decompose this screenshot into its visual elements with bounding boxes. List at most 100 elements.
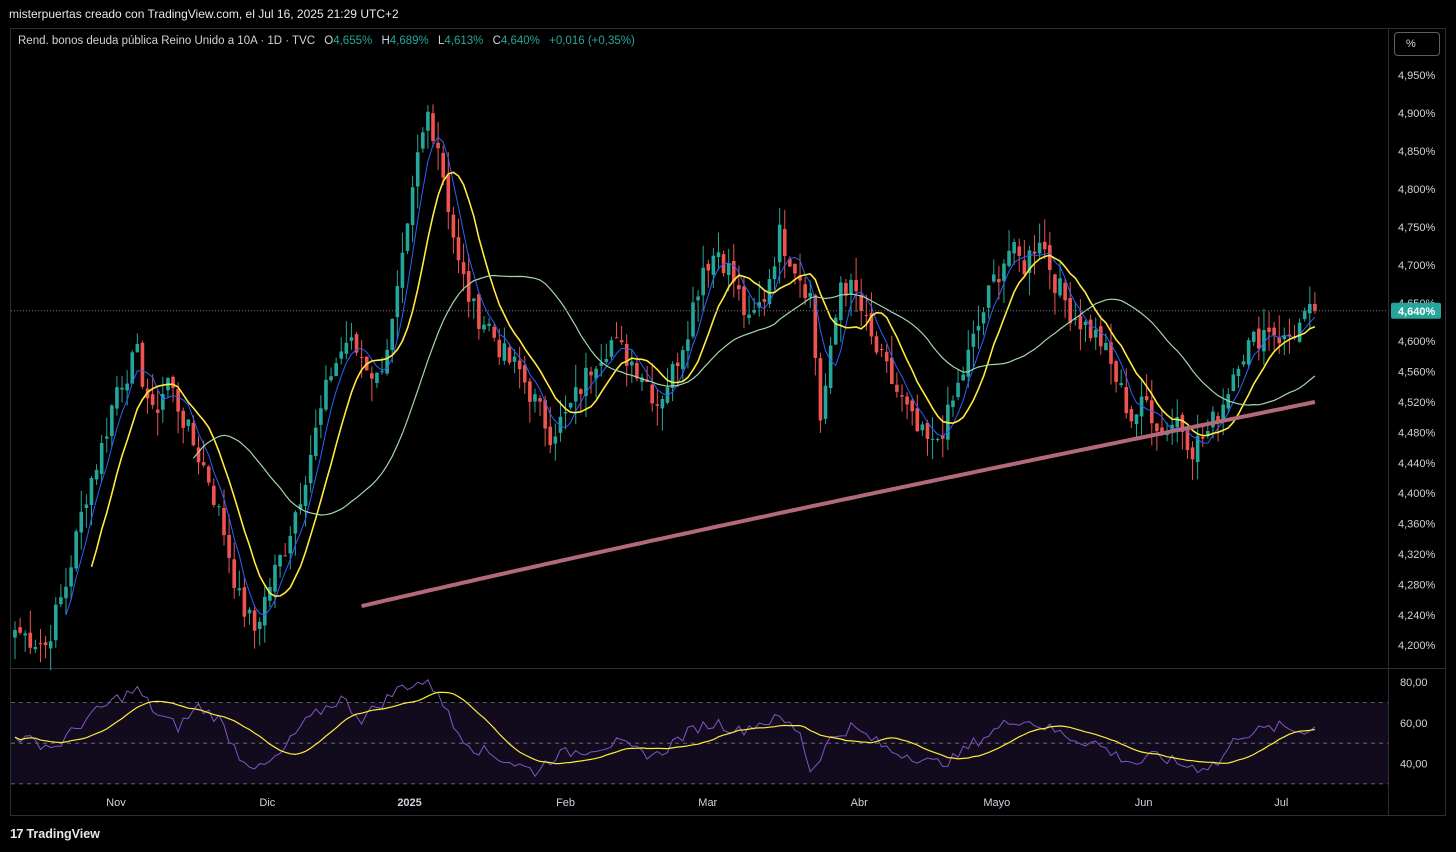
candle-body bbox=[1246, 340, 1251, 365]
candle-body bbox=[288, 536, 293, 554]
candle-body bbox=[905, 396, 909, 405]
open-value: 4,655% bbox=[333, 35, 373, 47]
candle-body bbox=[329, 376, 333, 381]
high-label: H bbox=[381, 35, 390, 47]
candle-body bbox=[99, 443, 104, 474]
candle-body bbox=[201, 462, 206, 466]
candle-body bbox=[400, 252, 405, 288]
candle-body bbox=[655, 404, 660, 406]
candle-body bbox=[441, 152, 446, 178]
price-axis-tick: 4,900% bbox=[1398, 108, 1436, 120]
candle-body bbox=[191, 422, 196, 446]
candle-body bbox=[482, 324, 486, 330]
close-value: 4,640% bbox=[500, 35, 540, 47]
last-price-label: 4,640% bbox=[1398, 306, 1436, 318]
candle-body bbox=[38, 643, 43, 645]
candle-body bbox=[935, 439, 940, 441]
candle-body bbox=[1119, 383, 1123, 386]
candle-body bbox=[1048, 245, 1052, 271]
candle-body bbox=[48, 641, 53, 649]
candle-body bbox=[1017, 246, 1022, 256]
candle-body bbox=[79, 511, 84, 533]
chart-canvas[interactable]: 4,950% 4,900% 4,850% 4,800% 4,750% 4,700% 4,65… bbox=[0, 0, 1456, 852]
candle-body bbox=[1099, 326, 1103, 347]
candle-body bbox=[405, 223, 410, 251]
candle-body bbox=[1231, 374, 1236, 392]
price-axis-tick: 4,700% bbox=[1398, 260, 1436, 272]
candle-body bbox=[828, 345, 833, 389]
candle-body bbox=[115, 387, 119, 409]
symbol-legend[interactable]: Rend. bonos deuda pública Reino Unido a … bbox=[18, 35, 635, 47]
price-axis-tick: 4,280% bbox=[1398, 579, 1436, 591]
candle-body bbox=[706, 263, 711, 271]
candle-body bbox=[528, 381, 532, 402]
candle-body bbox=[1241, 361, 1246, 365]
candle-body bbox=[426, 111, 430, 131]
candle-body bbox=[1302, 310, 1307, 320]
candle-body bbox=[1200, 436, 1205, 439]
candle-body bbox=[1272, 327, 1276, 336]
candle-body bbox=[976, 325, 981, 331]
candle-body bbox=[186, 419, 191, 426]
candle-body bbox=[222, 507, 226, 536]
candle-body bbox=[803, 284, 807, 298]
candle-body bbox=[1257, 328, 1261, 349]
candle-body bbox=[823, 385, 828, 419]
candle-body bbox=[971, 333, 976, 347]
candle-body bbox=[991, 274, 996, 282]
candle-body bbox=[889, 357, 894, 384]
candle-body bbox=[257, 621, 262, 630]
candle-body bbox=[278, 555, 282, 567]
candle-body bbox=[74, 531, 78, 569]
candle-body bbox=[777, 224, 782, 263]
candle-body bbox=[956, 382, 960, 398]
candle-body bbox=[793, 263, 797, 274]
candle-body bbox=[915, 408, 920, 432]
candle-body bbox=[415, 152, 420, 187]
candle-body bbox=[69, 567, 73, 587]
candle-body bbox=[59, 597, 63, 605]
candle-body bbox=[1134, 414, 1139, 425]
candle-body bbox=[1104, 343, 1108, 351]
candle-body bbox=[900, 395, 904, 397]
candle-body bbox=[283, 555, 287, 557]
candle-body bbox=[1037, 242, 1042, 254]
symbol-title[interactable]: Rend. bonos deuda pública Reino Unido a … bbox=[18, 35, 315, 47]
candle-body bbox=[18, 627, 22, 633]
candle-body bbox=[217, 506, 221, 508]
candle-body bbox=[1007, 250, 1011, 267]
candle-body bbox=[1032, 251, 1037, 254]
time-axis-tick: Mayo bbox=[983, 797, 1010, 809]
percent-scale-button[interactable]: % bbox=[1394, 32, 1440, 56]
candle-body bbox=[818, 358, 823, 421]
candle-body bbox=[533, 394, 537, 402]
candle-body bbox=[782, 228, 787, 257]
candle-body bbox=[1058, 278, 1062, 296]
candle-body bbox=[212, 485, 216, 505]
candle-body bbox=[1022, 260, 1027, 275]
candle-body bbox=[650, 384, 655, 404]
candle-body bbox=[23, 633, 27, 636]
candle-body bbox=[844, 283, 848, 296]
candle-body bbox=[155, 409, 160, 413]
candle-body bbox=[176, 389, 180, 412]
candle-body bbox=[925, 422, 930, 439]
candle-body bbox=[879, 349, 884, 351]
candle-body bbox=[446, 174, 451, 212]
candle-body bbox=[196, 447, 201, 463]
candle-body bbox=[273, 564, 277, 592]
candle-body bbox=[349, 337, 354, 341]
tradingview-logo[interactable]: 17 TradingView bbox=[10, 826, 100, 841]
close-label: C bbox=[492, 35, 501, 47]
candle-body bbox=[849, 279, 853, 294]
price-axis-tick: 4,240% bbox=[1398, 610, 1436, 622]
candle-body bbox=[324, 379, 328, 410]
price-axis-tick: 4,560% bbox=[1398, 367, 1436, 379]
candle-body bbox=[13, 630, 17, 638]
candle-body bbox=[431, 113, 435, 142]
candle-body bbox=[477, 294, 481, 329]
candle-body bbox=[339, 351, 344, 359]
rsi-axis-tick: 60,00 bbox=[1400, 718, 1428, 730]
candle-body bbox=[461, 262, 466, 275]
price-axis-tick: 4,950% bbox=[1398, 70, 1436, 82]
